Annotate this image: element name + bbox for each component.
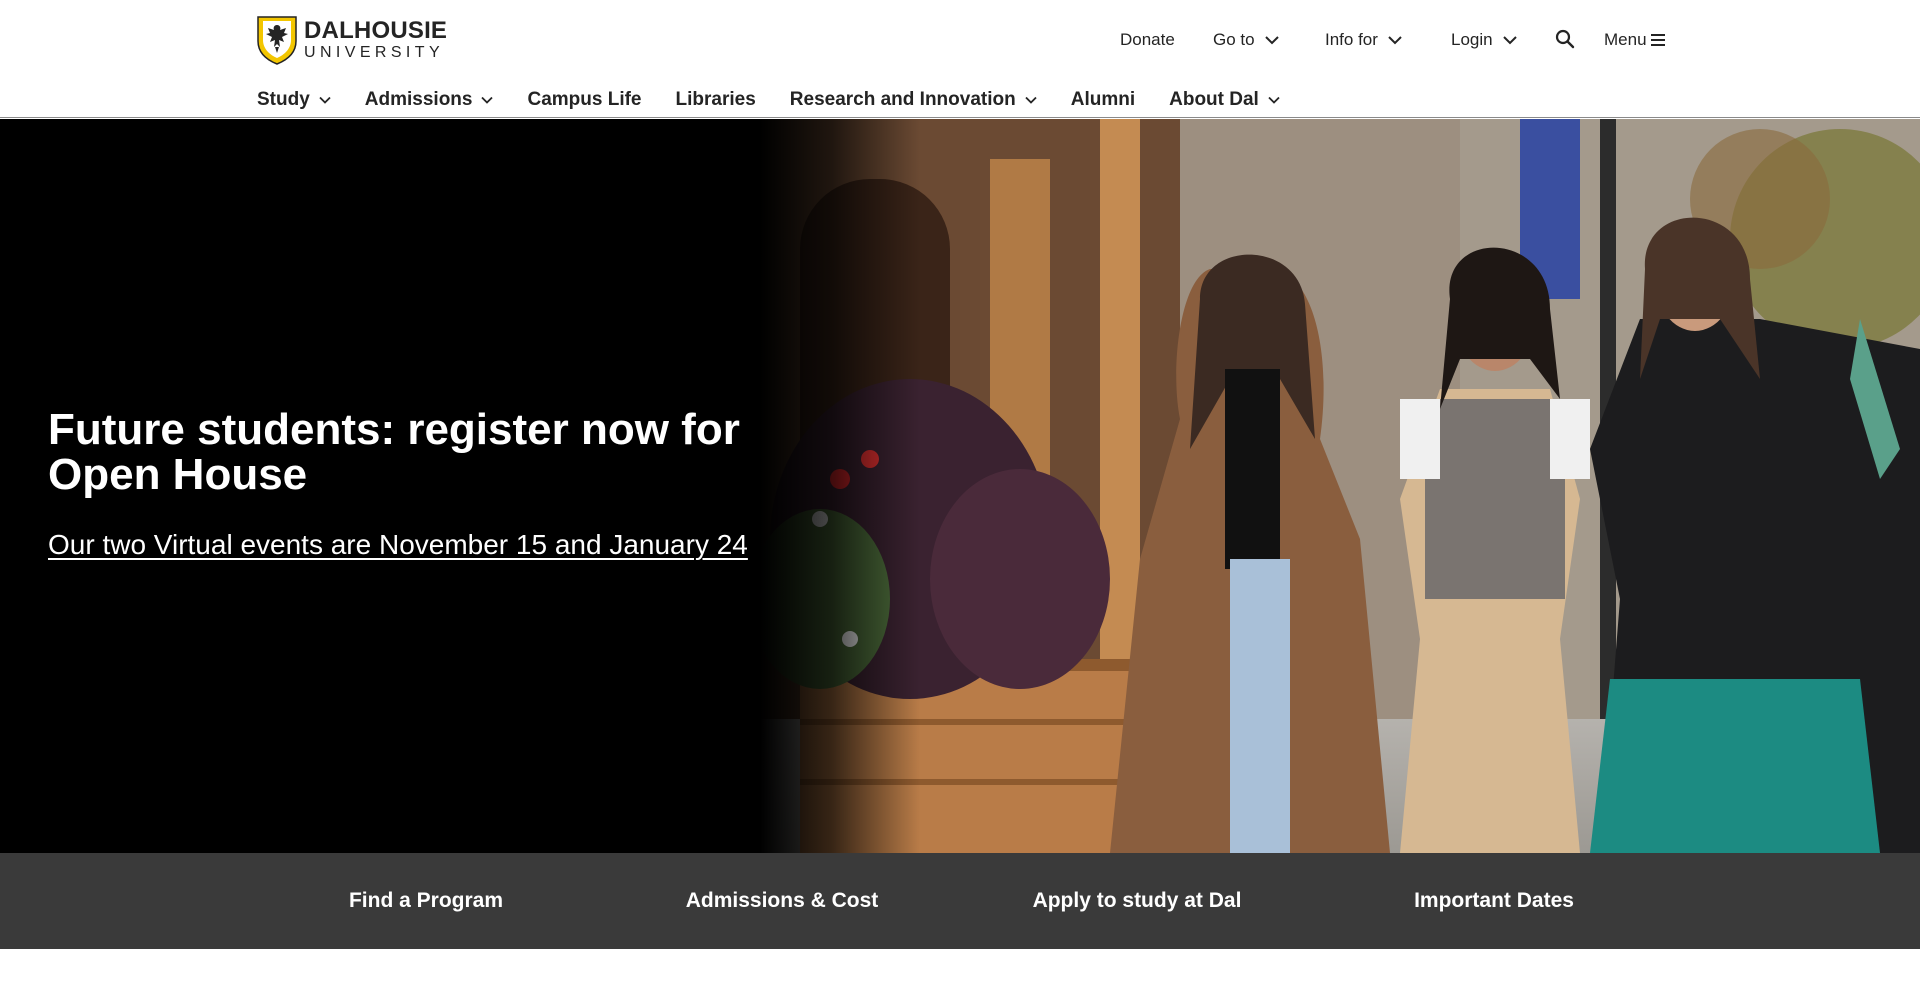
nav-item-label: Admissions xyxy=(364,89,473,110)
search-button[interactable] xyxy=(1555,28,1575,50)
chevron-down-icon xyxy=(1388,36,1402,45)
menu-label: Menu xyxy=(1604,30,1647,49)
donate-link[interactable]: Donate xyxy=(1120,28,1175,52)
search-icon xyxy=(1555,29,1575,49)
nav-item-campus-life[interactable]: Campus Life xyxy=(527,89,641,111)
hero-banner: Future students: register now for Open H… xyxy=(0,119,1920,853)
nav-item-admissions[interactable]: Admissions xyxy=(365,89,494,111)
nav-item-label: Alumni xyxy=(1070,89,1136,110)
logo-wordmark: DALHOUSIE xyxy=(304,17,448,44)
nav-item-study[interactable]: Study xyxy=(257,89,331,111)
crest-icon xyxy=(257,16,297,65)
nav-item-label: Campus Life xyxy=(527,89,642,110)
nav-item-label: Research and Innovation xyxy=(789,89,1016,110)
nav-item-libraries[interactable]: Libraries xyxy=(676,89,756,111)
nav-item-label: Libraries xyxy=(675,89,756,110)
important-dates-link[interactable]: Important Dates xyxy=(1408,853,1580,949)
hamburger-icon xyxy=(1650,34,1665,46)
hero-gradient-fade xyxy=(760,119,920,853)
hero-title: Future students: register now for Open H… xyxy=(48,405,740,499)
nav-item-label: About Dal xyxy=(1169,89,1259,110)
nav-item-research[interactable]: Research and Innovation xyxy=(790,89,1037,111)
info-for-label: Info for xyxy=(1325,30,1378,49)
chevron-down-icon xyxy=(1268,96,1280,104)
chevron-down-icon xyxy=(319,96,331,104)
login-dropdown[interactable]: Login xyxy=(1451,28,1517,52)
admissions-cost-link[interactable]: Admissions & Cost xyxy=(686,853,879,949)
site-header: DALHOUSIE UNIVERSITY Donate Go to Info f… xyxy=(0,0,1920,118)
dalhousie-logo[interactable]: DALHOUSIE UNIVERSITY xyxy=(255,15,447,65)
chevron-down-icon xyxy=(1025,96,1037,104)
nav-item-alumni[interactable]: Alumni xyxy=(1071,89,1135,111)
logo-subtitle: UNIVERSITY xyxy=(304,44,445,61)
find-a-program-link[interactable]: Find a Program xyxy=(338,853,514,949)
apply-to-study-link[interactable]: Apply to study at Dal xyxy=(1030,853,1244,949)
quick-links-bar: Find a Program Admissions & Cost Apply t… xyxy=(0,853,1920,949)
go-to-dropdown[interactable]: Go to xyxy=(1213,28,1279,52)
chevron-down-icon xyxy=(1264,36,1279,45)
donate-label: Donate xyxy=(1120,30,1175,49)
hero-copy: Future students: register now for Open H… xyxy=(48,407,768,561)
nav-item-about-dal[interactable]: About Dal xyxy=(1169,89,1280,111)
go-to-label: Go to xyxy=(1213,30,1255,49)
menu-button[interactable]: Menu xyxy=(1604,28,1665,52)
info-for-dropdown[interactable]: Info for xyxy=(1325,28,1402,52)
nav-item-label: Study xyxy=(257,89,310,110)
chevron-down-icon xyxy=(481,96,494,104)
hero-events-link[interactable]: Our two Virtual events are November 15 a… xyxy=(48,529,748,561)
login-label: Login xyxy=(1451,30,1493,49)
main-nav: Study Admissions Campus Life Libraries R… xyxy=(257,86,1314,114)
hero-photo xyxy=(760,119,1920,853)
chevron-down-icon xyxy=(1502,36,1517,45)
